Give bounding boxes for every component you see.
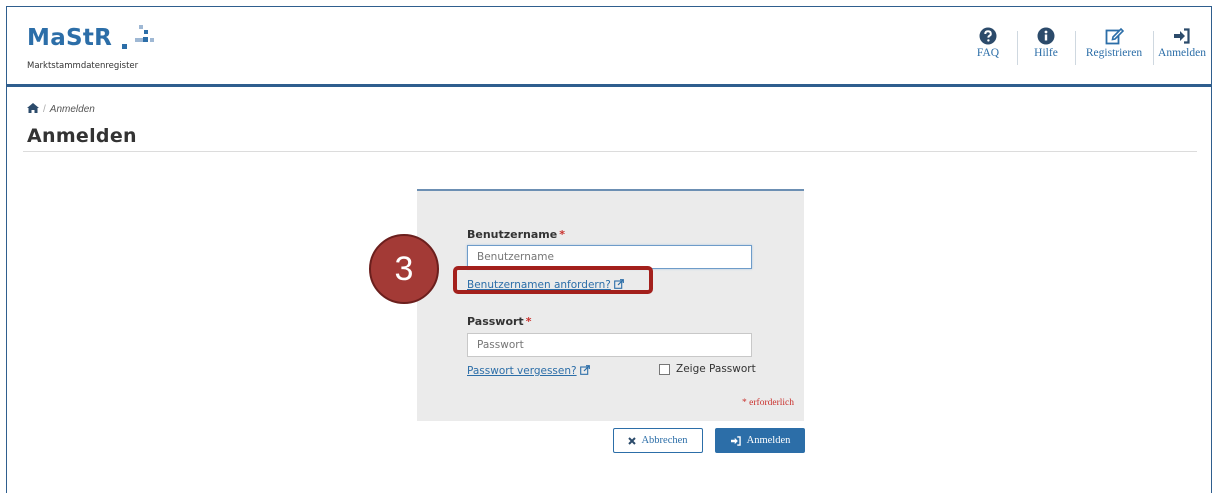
nav-register[interactable]: Registrieren <box>1075 21 1153 73</box>
edit-icon <box>1105 27 1124 45</box>
show-password-label: Zeige Passwort <box>676 363 756 375</box>
cancel-button[interactable]: Abbrechen <box>613 428 703 453</box>
nav-register-label: Registrieren <box>1085 47 1143 59</box>
cancel-button-label: Abbrechen <box>641 435 688 446</box>
annotation-step-badge: 3 <box>369 234 439 304</box>
username-label-text: Benutzername <box>467 228 558 241</box>
browser-frame: MaStR Marktstammdatenregister FAQ Hilfe … <box>6 6 1212 493</box>
nav-help[interactable]: Hilfe <box>1017 21 1075 73</box>
login-button[interactable]: Anmelden <box>715 428 805 453</box>
nav-faq[interactable]: FAQ <box>959 21 1017 73</box>
annotation-highlight-box <box>453 266 653 294</box>
username-label: Benutzername * <box>467 228 565 241</box>
nav-login[interactable]: Anmelden <box>1153 21 1211 73</box>
logo-wordmark: MaStR <box>27 25 113 51</box>
header-nav: FAQ Hilfe Registrieren Anmelden <box>959 21 1211 73</box>
forgot-password-link-text: Passwort vergessen? <box>467 365 577 377</box>
external-link-icon <box>579 365 590 375</box>
show-password-toggle[interactable]: Zeige Passwort <box>659 363 756 375</box>
breadcrumb-separator: / <box>43 104 46 115</box>
sign-in-icon <box>1174 28 1190 44</box>
title-divider <box>23 151 1197 152</box>
nav-login-label: Anmelden <box>1158 47 1206 59</box>
question-circle-icon <box>979 27 997 45</box>
breadcrumb-current: Anmelden <box>49 104 95 115</box>
forgot-password-link[interactable]: Passwort vergessen? <box>467 365 590 377</box>
nav-help-label: Hilfe <box>1034 47 1058 59</box>
breadcrumb: / Anmelden <box>27 103 95 115</box>
page-title: Anmelden <box>27 125 137 147</box>
home-icon[interactable] <box>27 103 39 113</box>
mastr-logo[interactable]: MaStR Marktstammdatenregister <box>27 25 167 75</box>
required-note: * erforderlich <box>742 398 794 408</box>
password-input[interactable] <box>467 333 752 357</box>
logo-dots-graphic <box>120 25 160 55</box>
logo-subtitle: Marktstammdatenregister <box>27 61 139 71</box>
required-asterisk: * <box>525 315 532 328</box>
login-panel: Benutzername* Benutzernamen anfordern? P… <box>417 189 804 421</box>
required-asterisk: * <box>559 228 565 241</box>
password-label-text: Passwort <box>467 315 524 328</box>
login-button-label: Anmelden <box>746 435 791 446</box>
nav-faq-label: FAQ <box>976 47 1000 59</box>
close-icon <box>628 436 637 445</box>
site-header: MaStR Marktstammdatenregister FAQ Hilfe … <box>7 7 1211 87</box>
info-circle-icon <box>1037 27 1055 45</box>
password-label: Passwort * <box>467 315 531 328</box>
show-password-checkbox[interactable] <box>659 363 670 375</box>
sign-in-icon <box>730 435 741 446</box>
